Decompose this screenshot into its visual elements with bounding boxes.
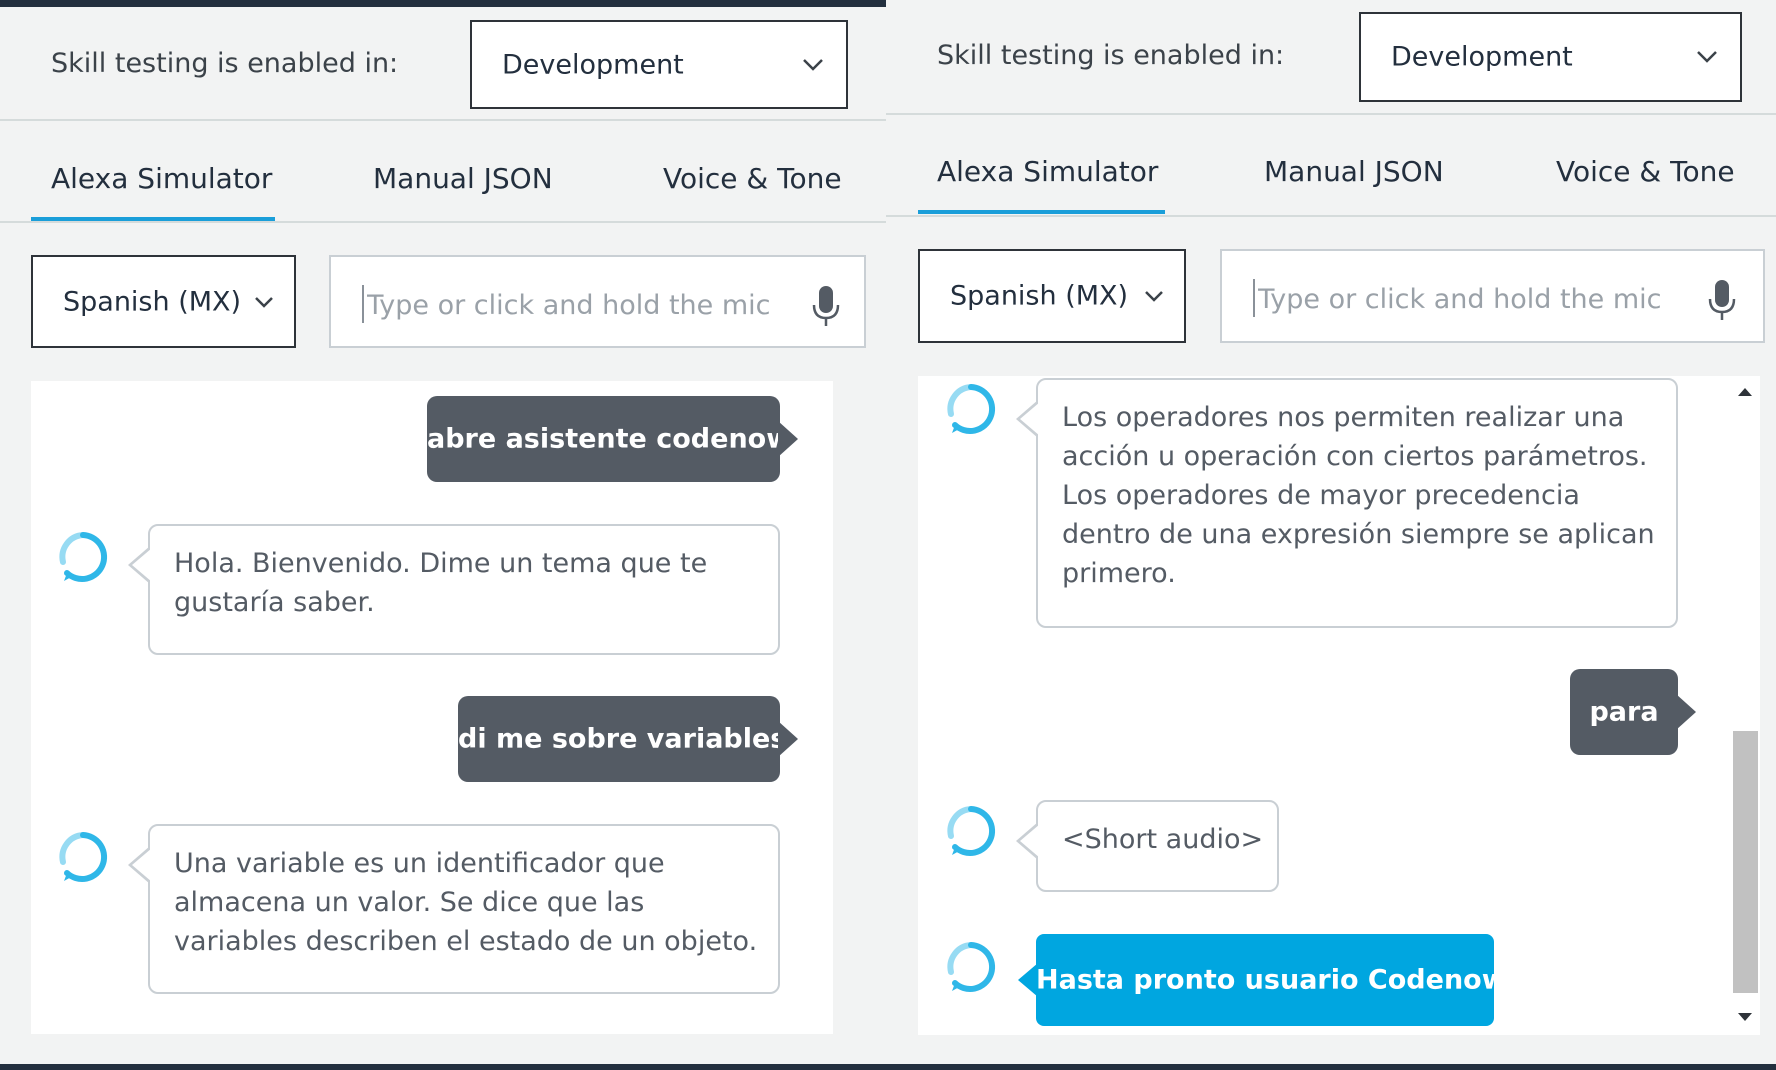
top-border xyxy=(0,0,886,7)
alexa-response-text: Una variable es un identificador que alm… xyxy=(174,848,758,957)
chevron-down-icon xyxy=(1697,51,1717,63)
scroll-down-arrow[interactable] xyxy=(1738,1013,1752,1021)
tab-manual-json[interactable]: Manual JSON xyxy=(1264,155,1444,188)
alexa-response-text: <Short audio> xyxy=(1062,824,1264,855)
alexa-response: Los operadores nos permiten realizar una… xyxy=(1016,378,1678,628)
locale-select-value: Spanish (MX) xyxy=(63,286,242,317)
bottom-border xyxy=(0,1064,886,1070)
alexa-response: Una variable es un identificador que alm… xyxy=(128,824,780,994)
user-message: di me sobre variables xyxy=(458,696,798,782)
utterance-input[interactable] xyxy=(365,265,799,345)
tab-manual-json[interactable]: Manual JSON xyxy=(373,162,553,195)
alexa-response-text: Los operadores nos permiten realizar una… xyxy=(1062,402,1655,589)
scrollbar-thumb[interactable] xyxy=(1733,731,1758,993)
alexa-response: Hola. Bienvenido. Dime un tema que te gu… xyxy=(128,524,780,655)
stage-select-value: Development xyxy=(1391,41,1573,73)
user-message-text: para xyxy=(1589,696,1659,728)
right-simulator-panel: Skill testing is enabled in: Development… xyxy=(886,0,1776,1070)
bottom-border xyxy=(886,1064,1776,1070)
user-message-text: di me sobre variables xyxy=(458,723,787,755)
alexa-final-response: Hasta pronto usuario Codenow xyxy=(1018,934,1507,1026)
chevron-down-icon xyxy=(255,296,273,308)
stage-select[interactable]: Development xyxy=(1359,12,1742,102)
utterance-field[interactable] xyxy=(1220,249,1765,343)
active-tab-indicator xyxy=(918,210,1165,214)
text-cursor xyxy=(362,285,364,323)
alexa-ring-icon xyxy=(947,384,996,434)
divider xyxy=(0,119,886,121)
divider xyxy=(886,113,1776,115)
locale-select-value: Spanish (MX) xyxy=(950,280,1129,312)
stage-select[interactable]: Development xyxy=(470,20,848,109)
conversation-pane[interactable]: Los operadores nos permiten realizar una… xyxy=(918,376,1760,1035)
scroll-up-arrow[interactable] xyxy=(1738,388,1752,396)
utterance-input[interactable] xyxy=(1256,259,1690,339)
user-message-text: abre asistente codenow xyxy=(427,423,792,455)
locale-select[interactable]: Spanish (MX) xyxy=(918,249,1186,343)
alexa-ring-icon xyxy=(947,806,996,856)
divider xyxy=(886,215,1776,217)
conversation-pane[interactable]: abre asistente codenow Hola. Bienvenido.… xyxy=(31,381,833,1034)
microphone-icon[interactable] xyxy=(1707,279,1737,321)
divider xyxy=(0,221,886,223)
alexa-final-response-text: Hasta pronto usuario Codenow xyxy=(1036,964,1507,996)
utterance-field[interactable] xyxy=(329,255,866,348)
user-message: abre asistente codenow xyxy=(427,396,798,482)
alexa-ring-icon xyxy=(59,832,108,882)
skill-testing-label: Skill testing is enabled in: xyxy=(937,40,1285,71)
user-message: para xyxy=(1570,669,1696,755)
skill-testing-label: Skill testing is enabled in: xyxy=(51,48,399,79)
chevron-down-icon xyxy=(803,58,823,71)
microphone-icon[interactable] xyxy=(811,285,841,327)
alexa-response: <Short audio> xyxy=(1016,800,1279,892)
alexa-response-text: Hola. Bienvenido. Dime un tema que te gu… xyxy=(174,548,708,618)
stage-select-value: Development xyxy=(502,49,684,80)
chevron-down-icon xyxy=(1145,291,1163,302)
tab-alexa-simulator[interactable]: Alexa Simulator xyxy=(51,162,272,195)
left-simulator-panel: Skill testing is enabled in: Development… xyxy=(0,0,886,1070)
tab-alexa-simulator[interactable]: Alexa Simulator xyxy=(937,155,1158,188)
alexa-ring-icon xyxy=(947,942,996,992)
locale-select[interactable]: Spanish (MX) xyxy=(31,255,296,348)
tab-voice-tone[interactable]: Voice & Tone xyxy=(1556,155,1735,188)
alexa-ring-icon xyxy=(59,532,108,582)
text-cursor xyxy=(1253,279,1255,317)
tab-voice-tone[interactable]: Voice & Tone xyxy=(663,162,842,195)
